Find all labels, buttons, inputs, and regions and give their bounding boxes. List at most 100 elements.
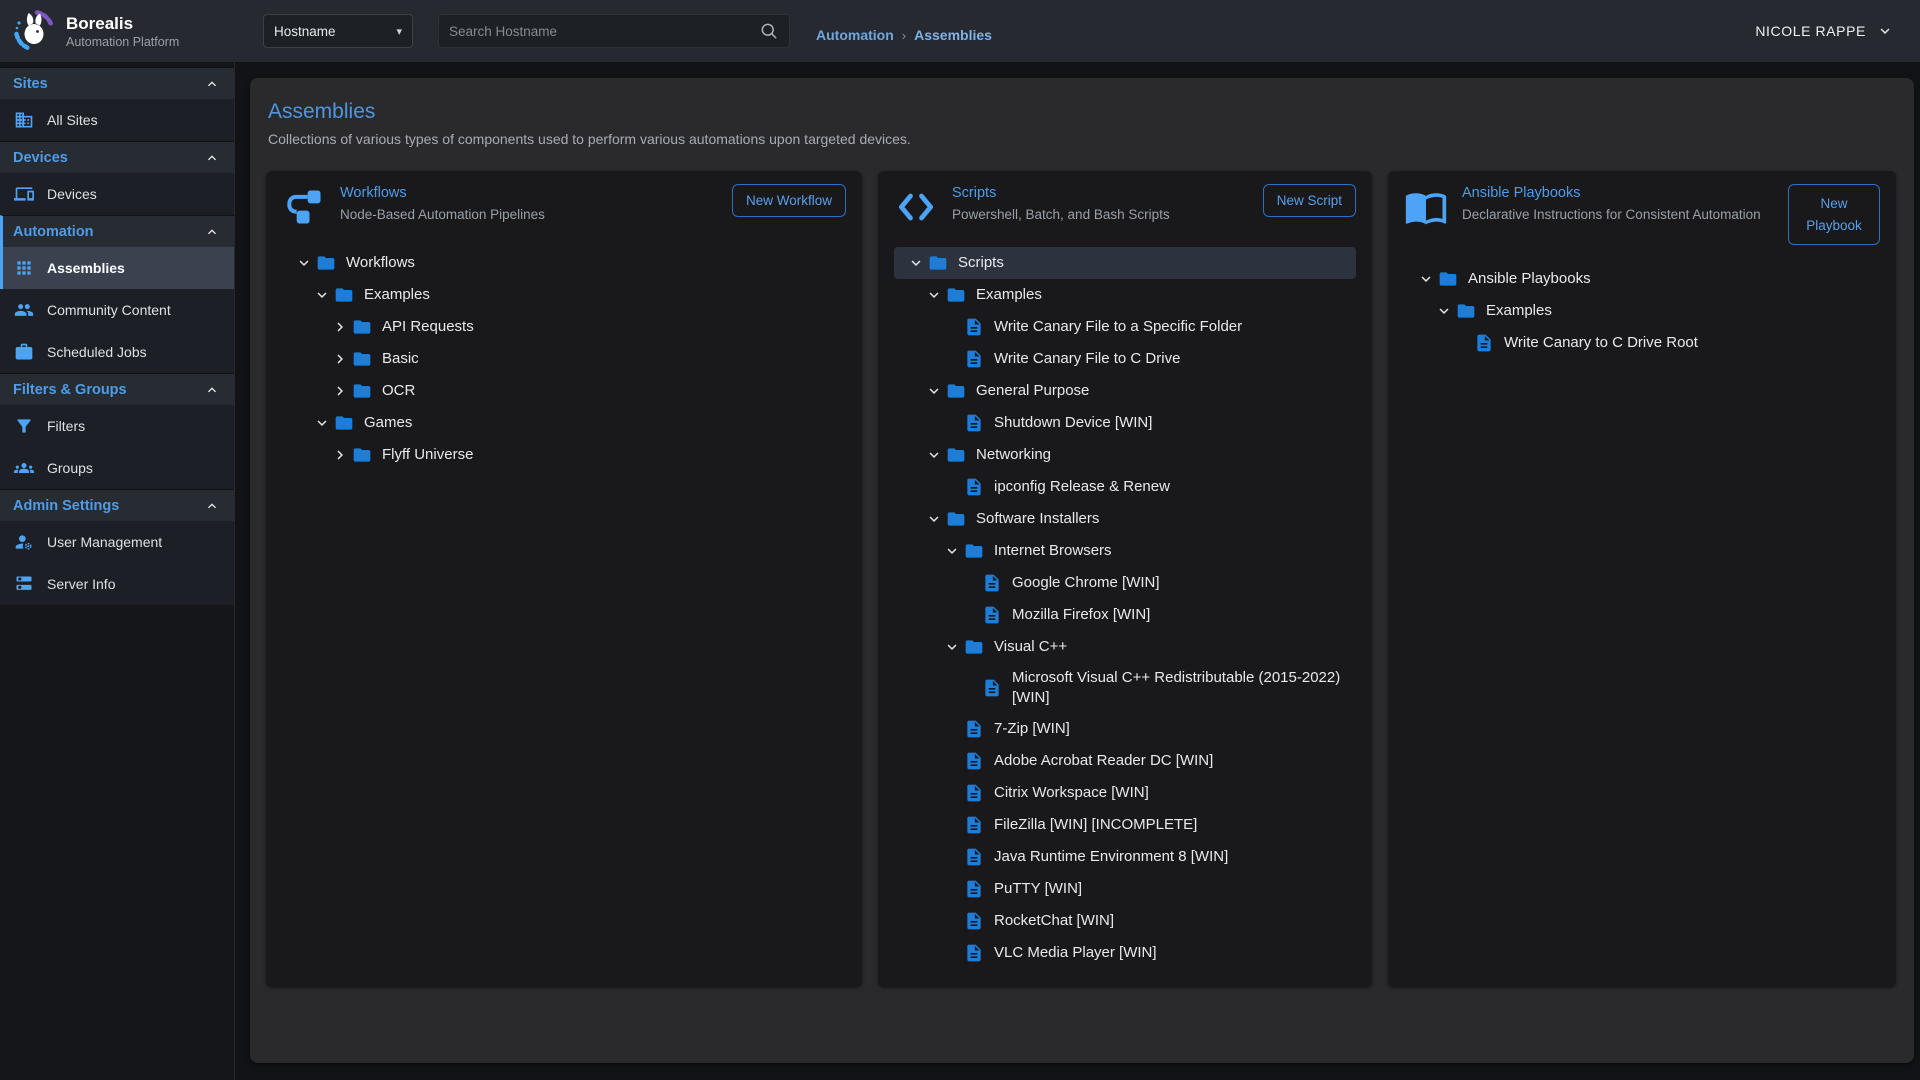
tree-node-ipconfig-release-renew[interactable]: ipconfig Release & Renew: [894, 471, 1356, 503]
tree-node-shutdown-device-win[interactable]: Shutdown Device [WIN]: [894, 407, 1356, 439]
tree-node-ocr[interactable]: OCR: [282, 375, 846, 407]
sidebar-section-automation[interactable]: Automation: [0, 215, 234, 247]
sidebar-item-community-content[interactable]: Community Content: [0, 289, 234, 331]
sidebar-item-scheduled-jobs[interactable]: Scheduled Jobs: [0, 331, 234, 373]
tree-expander[interactable]: [328, 318, 352, 336]
tree-node-scripts[interactable]: Scripts: [894, 247, 1356, 279]
search-input[interactable]: [449, 24, 759, 39]
tree-expander[interactable]: [310, 414, 334, 432]
sidebar-nav: SitesAll SitesDevicesDevicesAutomationAs…: [0, 62, 235, 1080]
sidebar-item-label: User Management: [47, 534, 162, 550]
sidebar-item-filters[interactable]: Filters: [0, 405, 234, 447]
sidebar-item-devices[interactable]: Devices: [0, 173, 234, 215]
file-icon: [964, 943, 984, 963]
new-playbook-button[interactable]: New Playbook: [1788, 184, 1880, 245]
tree-node-general-purpose[interactable]: General Purpose: [894, 375, 1356, 407]
tree-node-citrix-workspace-win[interactable]: Citrix Workspace [WIN]: [894, 777, 1356, 809]
main-area: Assemblies Collections of various types …: [235, 62, 1920, 1080]
tree-node-write-canary-file-to-a-specific-folder[interactable]: Write Canary File to a Specific Folder: [894, 311, 1356, 343]
breadcrumb: Automation › Assemblies: [816, 27, 992, 43]
tree-node-label: OCR: [382, 377, 421, 405]
sidebar-section-devices[interactable]: Devices: [0, 141, 234, 173]
tree-node-java-runtime-environment-8-win[interactable]: Java Runtime Environment 8 [WIN]: [894, 841, 1356, 873]
breadcrumb-automation[interactable]: Automation: [816, 27, 894, 43]
sidebar-item-all-sites[interactable]: All Sites: [0, 99, 234, 141]
sidebar-section-filters-groups[interactable]: Filters & Groups: [0, 373, 234, 405]
tree-node-visual-c[interactable]: Visual C++: [894, 631, 1356, 663]
tree-node-examples[interactable]: Examples: [282, 279, 846, 311]
tree-expander[interactable]: [1414, 270, 1438, 288]
tree-expander[interactable]: [940, 542, 964, 560]
user-gear-icon: [14, 532, 34, 552]
search-icon: [759, 21, 779, 41]
panel-titles: Ansible PlaybooksDeclarative Instruction…: [1462, 184, 1774, 225]
chevron-down-icon: [907, 254, 925, 272]
tree-expander[interactable]: [328, 382, 352, 400]
tree-node-api-requests[interactable]: API Requests: [282, 311, 846, 343]
file-icon: [964, 879, 984, 899]
tree-node-mozilla-firefox-win[interactable]: Mozilla Firefox [WIN]: [894, 599, 1356, 631]
tree-node-examples[interactable]: Examples: [1404, 295, 1880, 327]
tree-node-label: Microsoft Visual C++ Redistributable (20…: [1012, 664, 1356, 712]
tree-node-adobe-acrobat-reader-dc-win[interactable]: Adobe Acrobat Reader DC [WIN]: [894, 745, 1356, 777]
tree-node-putty-win[interactable]: PuTTY [WIN]: [894, 873, 1356, 905]
tree-node-software-installers[interactable]: Software Installers: [894, 503, 1356, 535]
tree-node-workflows[interactable]: Workflows: [282, 247, 846, 279]
tree-node-microsoft-visual-c-redistributable-2015-2022-win[interactable]: Microsoft Visual C++ Redistributable (20…: [894, 663, 1356, 713]
tree-expander[interactable]: [328, 350, 352, 368]
tree-expander[interactable]: [922, 510, 946, 528]
tree-node-networking[interactable]: Networking: [894, 439, 1356, 471]
tree-node-7-zip-win[interactable]: 7-Zip [WIN]: [894, 713, 1356, 745]
new-script-button[interactable]: New Script: [1263, 184, 1356, 217]
tree-node-label: FileZilla [WIN] [INCOMPLETE]: [994, 811, 1203, 839]
chevron-down-icon: [925, 510, 943, 528]
tree-node-examples[interactable]: Examples: [894, 279, 1356, 311]
tree-node-label: Google Chrome [WIN]: [1012, 569, 1166, 597]
tree-node-label: Examples: [976, 281, 1048, 309]
brand-logo-block[interactable]: Borealis Automation Platform: [0, 9, 235, 53]
tree-node-basic[interactable]: Basic: [282, 343, 846, 375]
tree-expander[interactable]: [310, 286, 334, 304]
breadcrumb-assemblies[interactable]: Assemblies: [914, 27, 992, 43]
sidebar-item-label: Assemblies: [47, 260, 125, 276]
new-workflow-button[interactable]: New Workflow: [732, 184, 846, 217]
tree-node-internet-browsers[interactable]: Internet Browsers: [894, 535, 1356, 567]
sidebar-section-label: Sites: [13, 76, 48, 92]
tree-expander[interactable]: [922, 382, 946, 400]
sidebar-section-admin-settings[interactable]: Admin Settings: [0, 489, 234, 521]
sidebar-item-assemblies[interactable]: Assemblies: [0, 247, 234, 289]
sidebar-item-label: Server Info: [47, 576, 115, 592]
tree-node-rocketchat-win[interactable]: RocketChat [WIN]: [894, 905, 1356, 937]
file-icon: [964, 783, 984, 803]
sidebar-item-label: Devices: [47, 186, 97, 202]
sidebar-section-label: Automation: [13, 224, 94, 240]
chevron-right-icon: [331, 446, 349, 464]
tree-expander[interactable]: [1432, 302, 1456, 320]
panels-row: WorkflowsNode-Based Automation Pipelines…: [266, 171, 1898, 987]
tree-expander[interactable]: [922, 446, 946, 464]
tree-node-google-chrome-win[interactable]: Google Chrome [WIN]: [894, 567, 1356, 599]
sidebar-item-label: Groups: [47, 460, 93, 476]
tree-node-games[interactable]: Games: [282, 407, 846, 439]
folder-icon: [352, 317, 372, 337]
user-menu[interactable]: NICOLE RAPPE: [1755, 22, 1894, 40]
tree-node-ansible-playbooks[interactable]: Ansible Playbooks: [1404, 263, 1880, 295]
tree-expander[interactable]: [328, 446, 352, 464]
tree-expander[interactable]: [922, 286, 946, 304]
tree-node-filezilla-win-incomplete[interactable]: FileZilla [WIN] [INCOMPLETE]: [894, 809, 1356, 841]
tree-node-write-canary-file-to-c-drive[interactable]: Write Canary File to C Drive: [894, 343, 1356, 375]
sidebar-item-server-info[interactable]: Server Info: [0, 563, 234, 605]
chevron-down-icon: [313, 286, 331, 304]
tree-expander[interactable]: [904, 254, 928, 272]
sidebar-item-user-management[interactable]: User Management: [0, 521, 234, 563]
tree-node-vlc-media-player-win[interactable]: VLC Media Player [WIN]: [894, 937, 1356, 969]
tree-node-flyff-universe[interactable]: Flyff Universe: [282, 439, 846, 471]
tree-expander[interactable]: [292, 254, 316, 272]
sidebar-item-groups[interactable]: Groups: [0, 447, 234, 489]
tree-expander[interactable]: [940, 638, 964, 656]
hostname-select[interactable]: Hostname ▾: [263, 14, 413, 48]
sidebar-section-sites[interactable]: Sites: [0, 67, 234, 99]
tree-node-write-canary-to-c-drive-root[interactable]: Write Canary to C Drive Root: [1404, 327, 1880, 359]
tree-node-label: 7-Zip [WIN]: [994, 715, 1076, 743]
borealis-rabbit-logo-icon: [12, 9, 56, 53]
